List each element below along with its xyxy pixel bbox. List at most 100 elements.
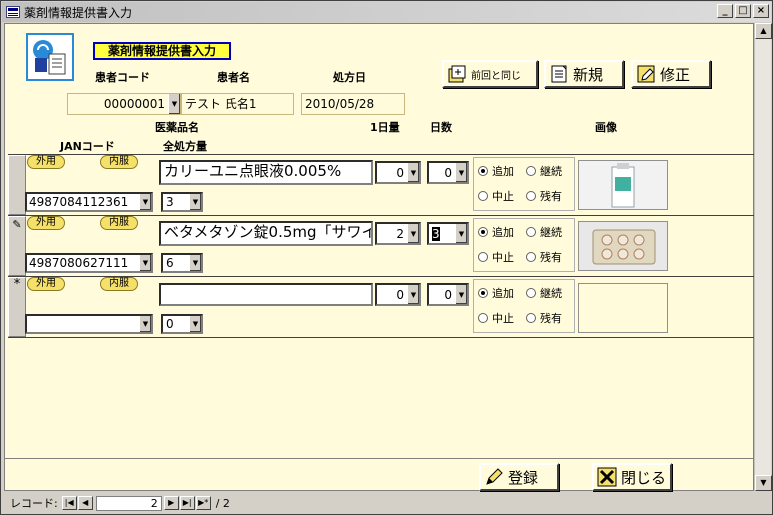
copy-prescription-icon: [447, 64, 467, 84]
radio-continue[interactable]: 継続: [526, 224, 562, 240]
radio-remaining[interactable]: 残有: [526, 249, 562, 265]
patient-code-combo[interactable]: 00000001 ▼: [67, 93, 181, 115]
row-selector-editing[interactable]: ✎: [8, 216, 26, 276]
jan-code-combo[interactable]: ▼: [25, 314, 153, 334]
total-rx-label: 全処方量: [163, 140, 207, 153]
drug-image-empty: [578, 283, 668, 333]
daily-dose-combo[interactable]: 2 ▼: [375, 222, 421, 245]
days-label: 日数: [430, 121, 452, 134]
patient-name-field[interactable]: テスト 氏名1: [181, 93, 294, 115]
dropdown-arrow-icon[interactable]: ▼: [139, 255, 151, 271]
drug-name-field[interactable]: ベタメタゾン錠0.5mg「サワイ」: [159, 221, 373, 246]
dropdown-arrow-icon[interactable]: ▼: [189, 316, 201, 332]
dropdown-arrow-icon[interactable]: ▼: [455, 224, 467, 243]
internal-use-pill[interactable]: 内服: [100, 277, 138, 291]
external-use-pill[interactable]: 外用: [27, 277, 65, 291]
form-body: 薬剤情報提供書入力 患者コード 患者名 処方日 00000001 ▼ テスト 氏…: [4, 23, 755, 491]
internal-use-pill[interactable]: 内服: [100, 216, 138, 230]
drug-name-label: 医薬品名: [155, 121, 199, 134]
external-use-pill[interactable]: 外用: [27, 155, 65, 169]
days-combo[interactable]: 0 ▼: [427, 161, 469, 184]
radio-continue[interactable]: 継続: [526, 163, 562, 179]
next-record-icon[interactable]: ▶: [163, 496, 179, 510]
days-combo[interactable]: 0 ▼: [427, 283, 469, 306]
daily-dose-label: 1日量: [370, 121, 400, 134]
dropdown-arrow-icon[interactable]: ▼: [168, 94, 180, 114]
close-window-button[interactable]: ×: [753, 4, 769, 18]
title-bar: 薬剤情報提供書入力 _ □ ×: [2, 2, 771, 22]
dropdown-arrow-icon[interactable]: ▼: [139, 316, 151, 332]
status-radio-group: 追加 継続 中止 残有: [473, 279, 575, 333]
dropdown-arrow-icon[interactable]: ▼: [407, 224, 419, 243]
form-app-icon: [6, 6, 20, 18]
first-record-icon[interactable]: |◀: [61, 496, 77, 510]
record-label: レコード:: [10, 497, 58, 510]
close-button[interactable]: 閉じる: [592, 463, 672, 491]
maximize-button[interactable]: □: [735, 4, 751, 18]
total-rx-combo[interactable]: 0 ▼: [161, 314, 203, 334]
patient-name-label: 患者名: [217, 71, 250, 84]
pencil-icon: [484, 467, 504, 487]
drug-name-field[interactable]: カリーユニ点眼液0.005%: [159, 160, 373, 185]
jan-code-combo[interactable]: 4987080627111 ▼: [25, 253, 153, 273]
rx-date-label: 処方日: [333, 71, 366, 84]
new-document-icon: [549, 64, 569, 84]
radio-stop[interactable]: 中止: [478, 188, 514, 204]
dropdown-arrow-icon[interactable]: ▼: [407, 285, 419, 304]
last-record-icon[interactable]: ▶|: [179, 496, 195, 510]
app-window: 薬剤情報提供書入力 _ □ × 薬剤情報提供書入力 患者コード 患者名 処方日: [0, 0, 773, 515]
drug-image: [578, 160, 668, 210]
dropdown-arrow-icon[interactable]: ▼: [455, 285, 467, 304]
drug-name-field[interactable]: [159, 283, 373, 306]
row-divider: [8, 337, 755, 338]
total-rx-combo[interactable]: 3 ▼: [161, 192, 203, 212]
internal-use-pill[interactable]: 内服: [100, 155, 138, 169]
vertical-scrollbar[interactable]: ▲ ▼: [754, 23, 772, 491]
edit-pencil-icon: [636, 64, 656, 84]
radio-add[interactable]: 追加: [478, 285, 514, 301]
prev-record-icon[interactable]: ◀: [77, 496, 93, 510]
dropdown-arrow-icon[interactable]: ▼: [455, 163, 467, 182]
external-use-pill[interactable]: 外用: [27, 216, 65, 230]
row-selector[interactable]: [8, 155, 26, 215]
footer-divider: [5, 458, 755, 459]
status-radio-group: 追加 継続 中止 残有: [473, 218, 575, 272]
edit-button[interactable]: 修正: [631, 60, 711, 88]
record-total: / 2: [215, 496, 230, 510]
radio-stop[interactable]: 中止: [478, 249, 514, 265]
close-x-icon: [597, 467, 617, 487]
scroll-up-icon[interactable]: ▲: [755, 23, 772, 39]
radio-remaining[interactable]: 残有: [526, 310, 562, 326]
record-number-input[interactable]: 2: [95, 495, 162, 511]
days-combo[interactable]: 3 ▼: [427, 222, 469, 245]
radio-add[interactable]: 追加: [478, 163, 514, 179]
form-title-box: 薬剤情報提供書入力: [93, 42, 231, 60]
radio-stop[interactable]: 中止: [478, 310, 514, 326]
radio-add[interactable]: 追加: [478, 224, 514, 240]
dropdown-arrow-icon[interactable]: ▼: [139, 194, 151, 210]
same-as-last-button[interactable]: 前回と同じ: [442, 60, 538, 88]
register-button[interactable]: 登録: [479, 463, 559, 491]
jan-code-label: JANコード: [60, 140, 115, 153]
daily-dose-combo[interactable]: 0 ▼: [375, 283, 421, 306]
dropdown-arrow-icon[interactable]: ▼: [407, 163, 419, 182]
status-radio-group: 追加 継続 中止 残有: [473, 157, 575, 211]
jan-code-combo[interactable]: 4987084112361 ▼: [25, 192, 153, 212]
dropdown-arrow-icon[interactable]: ▼: [189, 255, 201, 271]
daily-dose-combo[interactable]: 0 ▼: [375, 161, 421, 184]
new-button[interactable]: 新規: [544, 60, 624, 88]
scroll-down-icon[interactable]: ▼: [755, 475, 772, 491]
patient-code-label: 患者コード: [95, 71, 150, 84]
rx-date-field[interactable]: 2010/05/28: [301, 93, 405, 115]
minimize-button[interactable]: _: [717, 4, 733, 18]
row-selector-new[interactable]: *: [8, 277, 26, 337]
document-pill-logo-icon: [25, 32, 75, 82]
new-record-icon[interactable]: ▶*: [195, 496, 211, 510]
patient-code-value: 00000001: [103, 97, 165, 111]
window-title: 薬剤情報提供書入力: [24, 5, 133, 20]
radio-remaining[interactable]: 残有: [526, 188, 562, 204]
dropdown-arrow-icon[interactable]: ▼: [189, 194, 201, 210]
total-rx-combo[interactable]: 6 ▼: [161, 253, 203, 273]
radio-continue[interactable]: 継続: [526, 285, 562, 301]
drug-image: [578, 221, 668, 271]
